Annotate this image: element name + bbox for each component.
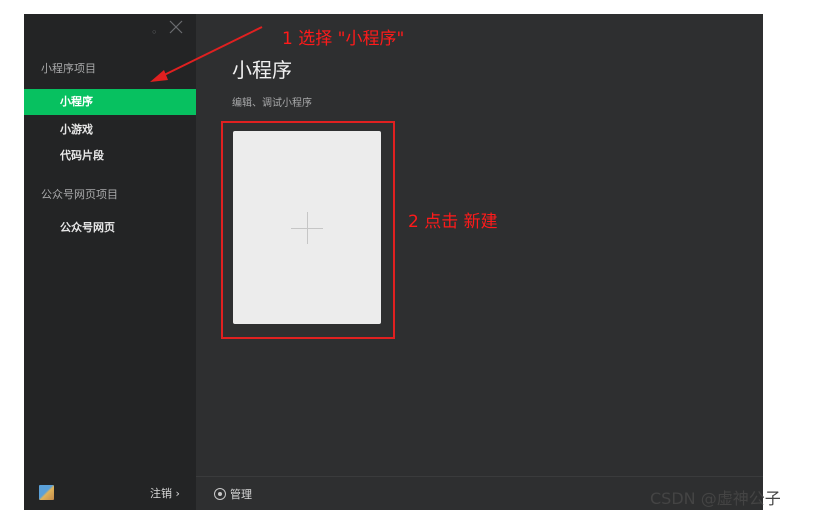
sidebar-item-minigame[interactable]: 小游戏 [24,117,196,143]
watermark: CSDN @虚神公子 [650,489,781,508]
minimize-icon[interactable]: ◦ [151,25,158,41]
close-icon[interactable] [169,19,183,35]
annotation-step1: 1 选择 "小程序" [282,29,405,49]
manage-button[interactable]: 管理 [214,486,252,502]
sidebar-footer: 注销 › [24,476,196,510]
sidebar-item-official-account-webpage[interactable]: 公众号网页 [24,215,196,241]
sidebar-item-miniprogram[interactable]: 小程序 [24,89,196,115]
section-label-official-account: 公众号网页项目 [41,188,118,201]
page-subtitle: 编辑、调试小程序 [232,98,312,109]
new-project-card[interactable] [233,131,381,324]
sidebar: ◦ 小程序项目 小程序 小游戏 代码片段 公众号网页项目 公众号网页 注销 › [24,14,196,510]
page-title: 小程序 [232,58,292,82]
logout-button[interactable]: 注销 › [150,485,180,501]
gear-icon [214,488,226,500]
avatar[interactable] [39,485,54,500]
manage-label: 管理 [230,488,252,501]
plus-icon-vertical [307,212,308,244]
devtools-window: ◦ 小程序项目 小程序 小游戏 代码片段 公众号网页项目 公众号网页 注销 › … [24,14,763,510]
section-label-miniprogram: 小程序项目 [41,62,96,75]
annotation-step2: 2 点击 新建 [408,212,498,232]
sidebar-item-code-snippet[interactable]: 代码片段 [24,143,196,169]
